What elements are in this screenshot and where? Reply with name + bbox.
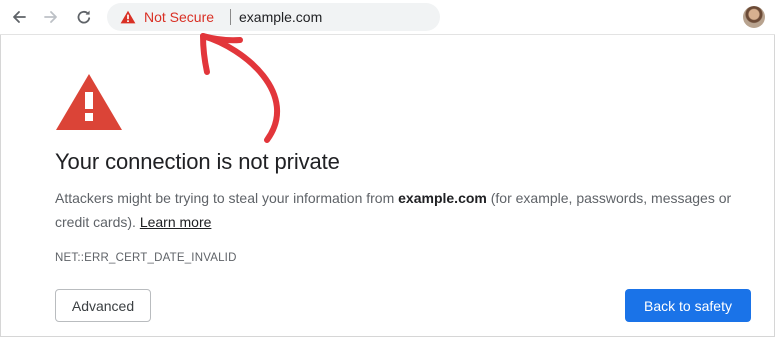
- address-bar[interactable]: Not Secure example.com: [107, 3, 440, 31]
- reload-button[interactable]: [71, 4, 97, 30]
- address-divider: [230, 9, 231, 25]
- profile-avatar[interactable]: [743, 6, 765, 28]
- description-domain: example.com: [398, 190, 487, 206]
- page-title: Your connection is not private: [55, 149, 340, 174]
- browser-toolbar: Not Secure example.com: [0, 0, 775, 35]
- description-prefix: Attackers might be trying to steal your …: [55, 190, 399, 206]
- url-text[interactable]: example.com: [239, 8, 322, 26]
- back-button[interactable]: [6, 4, 32, 30]
- forward-button[interactable]: [38, 4, 64, 30]
- reload-icon: [77, 10, 91, 24]
- warning-icon[interactable]: [120, 10, 136, 24]
- security-status-label[interactable]: Not Secure: [144, 8, 214, 26]
- arrow-left-icon: [13, 11, 26, 23]
- arrow-right-icon: [44, 11, 57, 23]
- warning-triangle-icon: [56, 74, 122, 130]
- error-description: Attackers might be trying to steal your …: [55, 186, 745, 234]
- advanced-button[interactable]: Advanced: [55, 289, 151, 322]
- learn-more-link[interactable]: Learn more: [140, 214, 212, 230]
- error-code: NET::ERR_CERT_DATE_INVALID: [55, 252, 237, 264]
- back-to-safety-button[interactable]: Back to safety: [625, 289, 751, 322]
